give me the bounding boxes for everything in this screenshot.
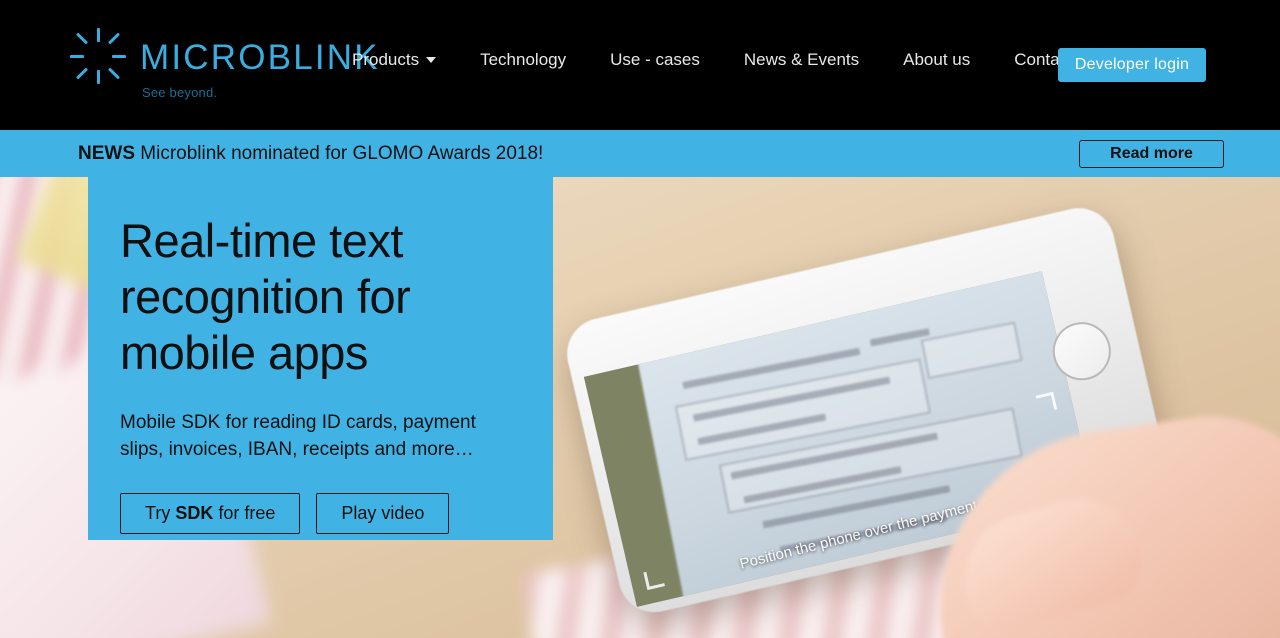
nav-label-products: Products bbox=[352, 50, 420, 69]
microblink-homepage: MICROBLINK See beyond. Products Technolo… bbox=[0, 0, 1280, 638]
page-title: Real-time text recognition for mobile ap… bbox=[120, 214, 411, 379]
try-sdk-prefix: Try bbox=[145, 503, 176, 523]
hero-subtitle: Mobile SDK for reading ID cards, payment… bbox=[120, 412, 476, 460]
main-navigation: Products Technology Use - cases News & E… bbox=[352, 50, 1096, 70]
site-header: MICROBLINK See beyond. Products Technolo… bbox=[0, 0, 1280, 130]
try-sdk-suffix: for free bbox=[213, 503, 276, 523]
developer-login-button[interactable]: Developer login bbox=[1058, 48, 1206, 82]
try-sdk-strong: SDK bbox=[175, 503, 214, 523]
try-sdk-button[interactable]: Try SDK for free bbox=[120, 493, 301, 534]
nav-item-technology[interactable]: Technology bbox=[480, 50, 566, 70]
nav-item-use-cases[interactable]: Use - cases bbox=[610, 50, 700, 70]
brand-name: MICROBLINK bbox=[140, 38, 380, 77]
news-banner: NEWS Microblink nominated for GLOMO Awar… bbox=[0, 130, 1280, 177]
brand-logo[interactable]: MICROBLINK See beyond. bbox=[68, 22, 380, 100]
play-video-button[interactable]: Play video bbox=[316, 493, 450, 534]
hero-card: Real-time text recognition for mobile ap… bbox=[88, 177, 553, 540]
news-banner-text: NEWS Microblink nominated for GLOMO Awar… bbox=[78, 143, 543, 165]
focus-sunburst-icon bbox=[68, 26, 128, 86]
chevron-down-icon bbox=[426, 57, 437, 63]
brand-tagline: See beyond. bbox=[142, 85, 218, 100]
nav-item-news-events[interactable]: News & Events bbox=[744, 50, 859, 70]
news-message: Microblink nominated for GLOMO Awards 20… bbox=[140, 142, 544, 164]
brand-text-block: MICROBLINK See beyond. bbox=[140, 22, 380, 100]
nav-item-products[interactable]: Products bbox=[352, 50, 437, 70]
scan-corner-marker bbox=[643, 568, 665, 591]
news-tag: NEWS bbox=[78, 142, 135, 164]
read-more-button[interactable]: Read more bbox=[1079, 139, 1224, 168]
nav-item-about-us[interactable]: About us bbox=[903, 50, 970, 70]
hero-action-buttons: Try SDK for free Play video bbox=[120, 493, 519, 534]
